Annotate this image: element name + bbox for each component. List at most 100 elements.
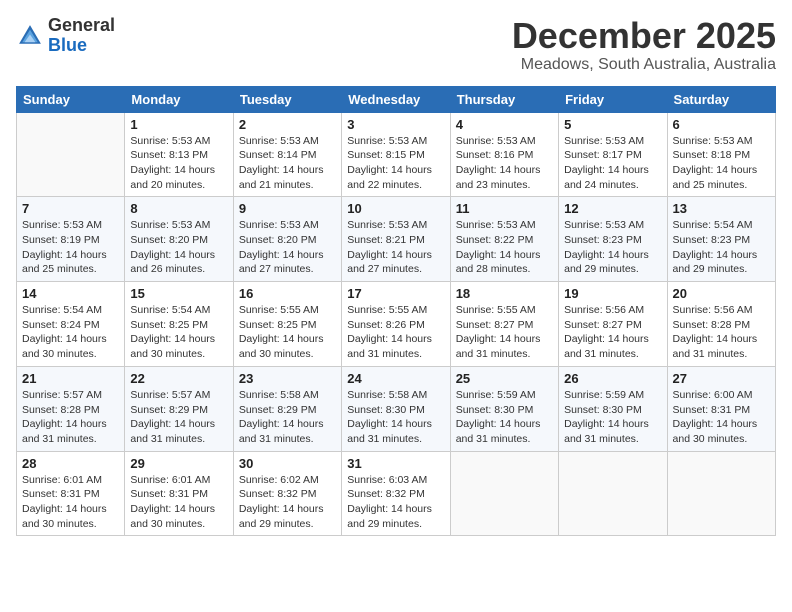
day-number: 2 <box>239 117 336 132</box>
day-info: Sunrise: 5:53 AM Sunset: 8:20 PM Dayligh… <box>130 218 227 277</box>
day-info: Sunrise: 5:53 AM Sunset: 8:18 PM Dayligh… <box>673 134 770 193</box>
title-block: December 2025 Meadows, South Australia, … <box>512 16 776 74</box>
day-info: Sunrise: 5:55 AM Sunset: 8:26 PM Dayligh… <box>347 303 444 362</box>
day-info: Sunrise: 5:57 AM Sunset: 8:28 PM Dayligh… <box>22 388 119 447</box>
day-number: 18 <box>456 286 553 301</box>
day-number: 20 <box>673 286 770 301</box>
calendar-cell: 24 Sunrise: 5:58 AM Sunset: 8:30 PM Dayli… <box>342 366 450 451</box>
calendar-cell: 15 Sunrise: 5:54 AM Sunset: 8:25 PM Dayli… <box>125 282 233 367</box>
day-number: 22 <box>130 371 227 386</box>
day-number: 23 <box>239 371 336 386</box>
day-number: 28 <box>22 456 119 471</box>
calendar-cell: 9Sunrise: 5:53 AM Sunset: 8:20 PM Daylig… <box>233 197 341 282</box>
calendar-cell: 12Sunrise: 5:53 AM Sunset: 8:23 PM Dayli… <box>559 197 667 282</box>
day-number: 27 <box>673 371 770 386</box>
day-info: Sunrise: 5:53 AM Sunset: 8:13 PM Dayligh… <box>130 134 227 193</box>
day-info: Sunrise: 5:55 AM Sunset: 8:25 PM Dayligh… <box>239 303 336 362</box>
weekday-header-tuesday: Tuesday <box>233 86 341 112</box>
day-info: Sunrise: 5:59 AM Sunset: 8:30 PM Dayligh… <box>456 388 553 447</box>
day-number: 17 <box>347 286 444 301</box>
day-info: Sunrise: 5:53 AM Sunset: 8:15 PM Dayligh… <box>347 134 444 193</box>
day-number: 16 <box>239 286 336 301</box>
day-number: 9 <box>239 201 336 216</box>
weekday-header-saturday: Saturday <box>667 86 775 112</box>
calendar-cell: 30 Sunrise: 6:02 AM Sunset: 8:32 PM Dayli… <box>233 451 341 536</box>
day-number: 30 <box>239 456 336 471</box>
weekday-header-wednesday: Wednesday <box>342 86 450 112</box>
week-row-1: 1Sunrise: 5:53 AM Sunset: 8:13 PM Daylig… <box>17 112 776 197</box>
week-row-3: 14 Sunrise: 5:54 AM Sunset: 8:24 PM Dayli… <box>17 282 776 367</box>
week-row-5: 28 Sunrise: 6:01 AM Sunset: 8:31 PM Dayli… <box>17 451 776 536</box>
calendar-cell <box>17 112 125 197</box>
calendar-cell: 11Sunrise: 5:53 AM Sunset: 8:22 PM Dayli… <box>450 197 558 282</box>
day-info: Sunrise: 5:58 AM Sunset: 8:30 PM Dayligh… <box>347 388 444 447</box>
day-info: Sunrise: 5:53 AM Sunset: 8:16 PM Dayligh… <box>456 134 553 193</box>
week-row-2: 7 Sunrise: 5:53 AM Sunset: 8:19 PM Daylig… <box>17 197 776 282</box>
page-header: General Blue December 2025 Meadows, Sout… <box>16 16 776 74</box>
day-number: 5 <box>564 117 661 132</box>
logo-blue: Blue <box>48 35 87 55</box>
day-number: 7 <box>22 201 119 216</box>
day-number: 26 <box>564 371 661 386</box>
day-number: 25 <box>456 371 553 386</box>
day-number: 14 <box>22 286 119 301</box>
weekday-header-row: SundayMondayTuesdayWednesdayThursdayFrid… <box>17 86 776 112</box>
day-number: 21 <box>22 371 119 386</box>
day-number: 24 <box>347 371 444 386</box>
calendar-cell: 27Sunrise: 6:00 AM Sunset: 8:31 PM Dayli… <box>667 366 775 451</box>
day-info: Sunrise: 6:02 AM Sunset: 8:32 PM Dayligh… <box>239 473 336 532</box>
day-number: 3 <box>347 117 444 132</box>
day-info: Sunrise: 5:57 AM Sunset: 8:29 PM Dayligh… <box>130 388 227 447</box>
logo-text: General Blue <box>48 16 115 56</box>
day-info: Sunrise: 5:53 AM Sunset: 8:17 PM Dayligh… <box>564 134 661 193</box>
day-number: 29 <box>130 456 227 471</box>
calendar-cell: 19 Sunrise: 5:56 AM Sunset: 8:27 PM Dayli… <box>559 282 667 367</box>
day-number: 12 <box>564 201 661 216</box>
calendar-cell: 18 Sunrise: 5:55 AM Sunset: 8:27 PM Dayli… <box>450 282 558 367</box>
calendar-cell: 17 Sunrise: 5:55 AM Sunset: 8:26 PM Dayli… <box>342 282 450 367</box>
week-row-4: 21 Sunrise: 5:57 AM Sunset: 8:28 PM Dayli… <box>17 366 776 451</box>
calendar-cell: 29Sunrise: 6:01 AM Sunset: 8:31 PM Dayli… <box>125 451 233 536</box>
day-number: 11 <box>456 201 553 216</box>
logo-general: General <box>48 15 115 35</box>
calendar-cell: 1Sunrise: 5:53 AM Sunset: 8:13 PM Daylig… <box>125 112 233 197</box>
calendar-cell: 3 Sunrise: 5:53 AM Sunset: 8:15 PM Daylig… <box>342 112 450 197</box>
day-number: 31 <box>347 456 444 471</box>
weekday-header-sunday: Sunday <box>17 86 125 112</box>
day-info: Sunrise: 5:53 AM Sunset: 8:19 PM Dayligh… <box>22 218 119 277</box>
weekday-header-friday: Friday <box>559 86 667 112</box>
calendar-subtitle: Meadows, South Australia, Australia <box>512 56 776 74</box>
day-info: Sunrise: 5:55 AM Sunset: 8:27 PM Dayligh… <box>456 303 553 362</box>
day-info: Sunrise: 5:56 AM Sunset: 8:28 PM Dayligh… <box>673 303 770 362</box>
calendar-cell: 4Sunrise: 5:53 AM Sunset: 8:16 PM Daylig… <box>450 112 558 197</box>
weekday-header-monday: Monday <box>125 86 233 112</box>
day-info: Sunrise: 5:54 AM Sunset: 8:25 PM Dayligh… <box>130 303 227 362</box>
day-number: 19 <box>564 286 661 301</box>
calendar-cell: 20 Sunrise: 5:56 AM Sunset: 8:28 PM Dayli… <box>667 282 775 367</box>
calendar-cell: 25 Sunrise: 5:59 AM Sunset: 8:30 PM Dayli… <box>450 366 558 451</box>
calendar-cell: 28 Sunrise: 6:01 AM Sunset: 8:31 PM Dayli… <box>17 451 125 536</box>
logo: General Blue <box>16 16 115 56</box>
day-info: Sunrise: 5:56 AM Sunset: 8:27 PM Dayligh… <box>564 303 661 362</box>
calendar-cell: 14 Sunrise: 5:54 AM Sunset: 8:24 PM Dayli… <box>17 282 125 367</box>
logo-icon <box>16 22 44 50</box>
calendar-cell: 22 Sunrise: 5:57 AM Sunset: 8:29 PM Dayli… <box>125 366 233 451</box>
calendar-cell: 10Sunrise: 5:53 AM Sunset: 8:21 PM Dayli… <box>342 197 450 282</box>
weekday-header-thursday: Thursday <box>450 86 558 112</box>
day-info: Sunrise: 5:54 AM Sunset: 8:24 PM Dayligh… <box>22 303 119 362</box>
day-info: Sunrise: 5:59 AM Sunset: 8:30 PM Dayligh… <box>564 388 661 447</box>
day-number: 10 <box>347 201 444 216</box>
calendar-cell: 13Sunrise: 5:54 AM Sunset: 8:23 PM Dayli… <box>667 197 775 282</box>
calendar-cell: 5 Sunrise: 5:53 AM Sunset: 8:17 PM Daylig… <box>559 112 667 197</box>
calendar-cell: 2 Sunrise: 5:53 AM Sunset: 8:14 PM Daylig… <box>233 112 341 197</box>
day-number: 15 <box>130 286 227 301</box>
day-info: Sunrise: 6:01 AM Sunset: 8:31 PM Dayligh… <box>22 473 119 532</box>
calendar-table: SundayMondayTuesdayWednesdayThursdayFrid… <box>16 86 776 537</box>
day-info: Sunrise: 5:54 AM Sunset: 8:23 PM Dayligh… <box>673 218 770 277</box>
calendar-cell: 31 Sunrise: 6:03 AM Sunset: 8:32 PM Dayli… <box>342 451 450 536</box>
calendar-cell: 16 Sunrise: 5:55 AM Sunset: 8:25 PM Dayli… <box>233 282 341 367</box>
calendar-cell: 21 Sunrise: 5:57 AM Sunset: 8:28 PM Dayli… <box>17 366 125 451</box>
day-info: Sunrise: 6:03 AM Sunset: 8:32 PM Dayligh… <box>347 473 444 532</box>
day-info: Sunrise: 5:53 AM Sunset: 8:14 PM Dayligh… <box>239 134 336 193</box>
calendar-cell <box>450 451 558 536</box>
